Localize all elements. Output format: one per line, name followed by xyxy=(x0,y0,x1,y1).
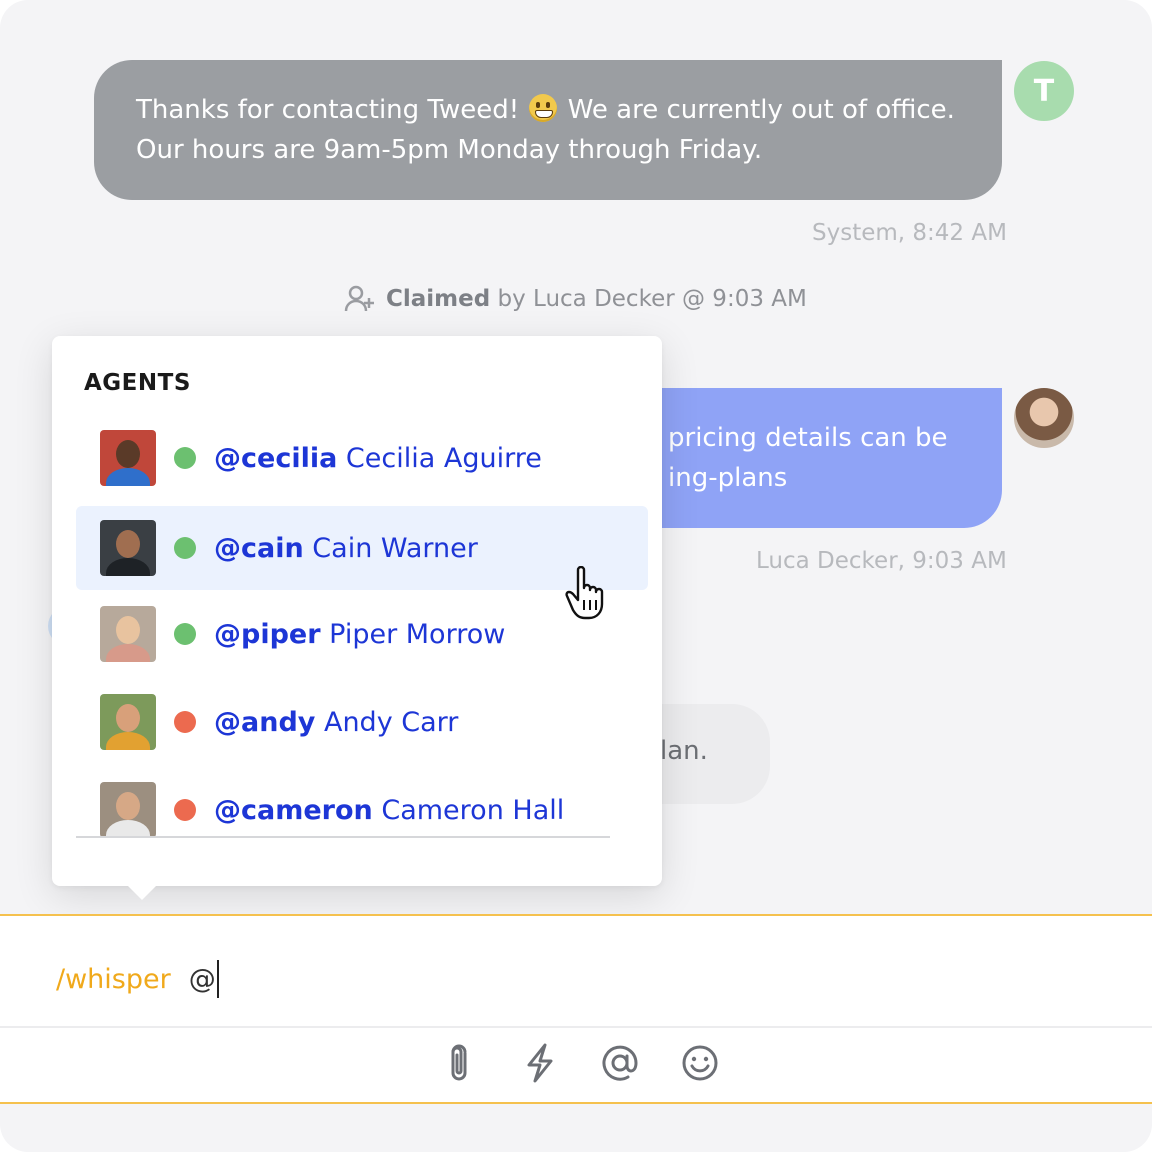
agent-name-label: @andy Andy Carr xyxy=(214,706,459,738)
status-online-dot xyxy=(174,537,196,559)
smiley-icon[interactable] xyxy=(680,1042,720,1084)
agent-row-cameron[interactable]: @cameron Cameron Hall xyxy=(76,768,648,838)
composer-text: @ xyxy=(188,963,216,995)
customer-message-text: lan. xyxy=(660,736,708,766)
composer-input[interactable]: /whisper @ xyxy=(56,960,219,998)
agent-message-meta: Luca Decker, 9:03 AM xyxy=(756,548,1007,574)
lightning-icon[interactable] xyxy=(520,1042,560,1084)
list-scroll-divider xyxy=(76,836,610,838)
claimed-event: Claimed by Luca Decker @ 9:03 AM xyxy=(344,284,807,314)
whisper-command: /whisper xyxy=(56,963,171,995)
agent-row-cain[interactable]: @cain Cain Warner xyxy=(76,506,648,590)
chat-window: Thanks for contacting Tweed! We are curr… xyxy=(0,0,1152,1152)
user-plus-icon xyxy=(344,285,374,312)
avatar xyxy=(100,606,156,662)
popup-title: AGENTS xyxy=(84,370,191,396)
avatar xyxy=(100,694,156,750)
paperclip-icon[interactable] xyxy=(440,1042,480,1084)
system-message-text-a: Thanks for contacting Tweed! xyxy=(136,95,520,125)
agent-list[interactable]: @cecilia Cecilia Aguirre @cain Cain Warn… xyxy=(76,416,648,838)
popup-pointer xyxy=(126,884,158,900)
status-away-dot xyxy=(174,711,196,733)
composer-toolbar xyxy=(440,1042,720,1084)
status-online-dot xyxy=(174,447,196,469)
agent-avatar xyxy=(1014,388,1074,448)
system-message-meta: System, 8:42 AM xyxy=(812,220,1007,246)
agent-row-piper[interactable]: @piper Piper Morrow xyxy=(76,592,648,676)
composer-divider xyxy=(0,1026,1152,1028)
agent-name-label: @cameron Cameron Hall xyxy=(214,794,565,826)
agent-row-andy[interactable]: @andy Andy Carr xyxy=(76,680,648,764)
avatar xyxy=(100,430,156,486)
agent-name-label: @cain Cain Warner xyxy=(214,532,478,564)
agent-message-line1: pricing details can be xyxy=(668,423,948,453)
status-online-dot xyxy=(174,623,196,645)
agent-message-line2: ing-plans xyxy=(668,463,788,493)
grinning-face-emoji-icon xyxy=(529,94,558,122)
agent-name-label: @piper Piper Morrow xyxy=(214,618,506,650)
avatar xyxy=(100,782,156,838)
system-message-line2: Our hours are 9am-5pm Monday through Fri… xyxy=(136,135,763,165)
system-avatar: T xyxy=(1014,61,1074,121)
agent-row-cecilia[interactable]: @cecilia Cecilia Aguirre xyxy=(76,416,648,500)
hand-cursor-icon xyxy=(564,565,608,629)
message-composer: /whisper @ xyxy=(0,914,1152,1104)
system-message-text-b: We are currently out of office. xyxy=(567,95,955,125)
system-message-bubble: Thanks for contacting Tweed! We are curr… xyxy=(94,60,1002,200)
claimed-detail: by Luca Decker @ 9:03 AM xyxy=(497,286,807,312)
system-message-line1: Thanks for contacting Tweed! We are curr… xyxy=(136,90,960,130)
status-away-dot xyxy=(174,799,196,821)
claimed-label: Claimed xyxy=(386,286,491,312)
avatar xyxy=(100,520,156,576)
at-sign-icon[interactable] xyxy=(600,1042,640,1084)
agent-name-label: @cecilia Cecilia Aguirre xyxy=(214,442,542,474)
text-caret xyxy=(216,960,219,998)
